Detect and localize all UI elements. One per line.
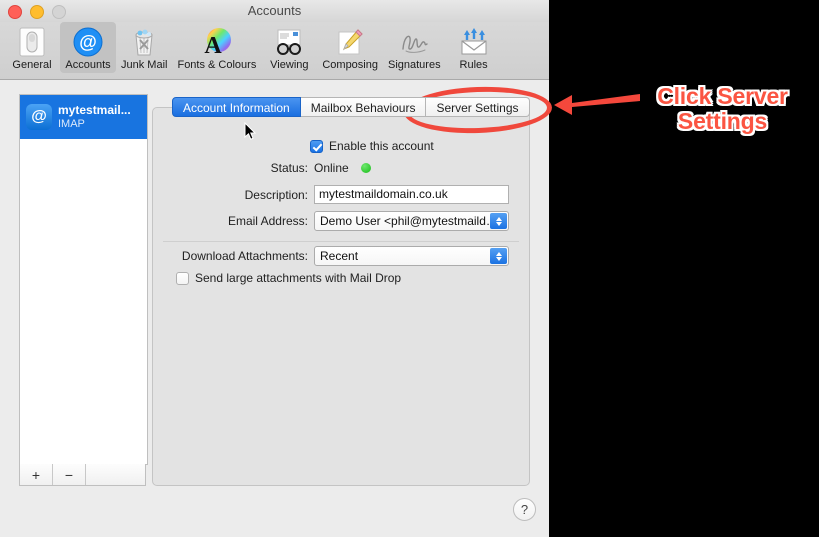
tab-account-information[interactable]: Account Information <box>172 97 301 117</box>
chevron-updown-icon <box>490 213 507 229</box>
status-value: Online <box>314 161 349 175</box>
toolbar-label-rules: Rules <box>459 59 488 71</box>
toolbar-item-composing[interactable]: Composing <box>317 22 383 73</box>
settings-tabbar: Account Information Mailbox Behaviours S… <box>172 97 530 117</box>
section-divider <box>163 241 519 242</box>
download-attachments-label: Download Attachments: <box>181 249 308 263</box>
remove-account-button[interactable]: − <box>53 464 86 485</box>
description-row[interactable]: Description: mytestmaildomain.co.uk <box>180 185 509 204</box>
glasses-icon <box>273 26 305 58</box>
toolbar-label-general: General <box>12 59 52 71</box>
toolbar-item-accounts[interactable]: @ Accounts <box>60 22 116 73</box>
window-title: Accounts <box>247 3 302 18</box>
toolbar-item-general[interactable]: General <box>4 22 60 73</box>
svg-text:@: @ <box>79 32 97 52</box>
download-attachments-value: Recent <box>320 249 359 263</box>
account-list-item[interactable]: @ mytestmail... IMAP <box>20 95 147 139</box>
toolbar-label-junk-mail: Junk Mail <box>121 59 168 71</box>
pencil-pad-icon <box>334 26 366 58</box>
email-address-popup[interactable]: Demo User <phil@mytestmaild… <box>314 211 509 231</box>
toolbar-item-signatures[interactable]: Signatures <box>383 22 446 73</box>
annotation-callout-line-2: Settings <box>677 107 768 134</box>
window-titlebar: Accounts <box>0 0 549 23</box>
enable-account-row[interactable]: Enable this account <box>310 139 434 153</box>
toolbar-label-accounts: Accounts <box>65 59 111 71</box>
description-label: Description: <box>244 187 308 202</box>
toolbar-label-signatures: Signatures <box>387 59 441 71</box>
toolbar-item-fonts-colours[interactable]: A Fonts & Colours <box>172 22 261 73</box>
status-indicator-green-dot <box>360 163 371 173</box>
at-sign-icon: @ <box>72 26 104 58</box>
at-sign-badge-icon: @ <box>26 104 52 130</box>
rules-icon <box>458 26 490 58</box>
email-address-label: Email Address: <box>227 214 308 228</box>
mail-drop-checkbox[interactable] <box>176 271 189 285</box>
account-type: IMAP <box>58 117 85 130</box>
toolbar-label-viewing: Viewing <box>270 59 309 71</box>
mail-drop-label: Send large attachments with Mail Drop <box>195 271 402 285</box>
enable-account-checkbox[interactable] <box>310 139 323 153</box>
help-button[interactable]: ? <box>513 498 536 521</box>
signature-icon <box>398 26 430 58</box>
description-input[interactable]: mytestmaildomain.co.uk <box>314 185 509 204</box>
general-icon <box>16 26 48 58</box>
annotation-arrow-icon <box>554 94 640 115</box>
toolbar-label-composing: Composing <box>322 59 378 71</box>
chevron-updown-icon <box>490 248 507 264</box>
status-row: Status: Online <box>180 161 510 175</box>
svg-text:A: A <box>204 33 222 57</box>
toolbar-item-junk-mail[interactable]: Junk Mail <box>116 22 172 73</box>
trash-icon <box>128 26 160 58</box>
email-address-value: Demo User <phil@mytestmaild… <box>320 214 498 228</box>
download-attachments-row[interactable]: Download Attachments: Recent <box>172 246 509 266</box>
accounts-controls-spacer <box>86 464 145 485</box>
mail-preferences-window: Accounts General @ Accounts Junk Mail A … <box>0 0 549 537</box>
status-label: Status: <box>270 161 308 175</box>
annotation-callout-line-1: Click Server <box>657 83 788 109</box>
email-address-row[interactable]: Email Address: Demo User <phil@mytestmai… <box>180 211 509 231</box>
accounts-list-controls: + − <box>19 464 146 486</box>
enable-account-label: Enable this account <box>329 139 434 153</box>
tab-mailbox-behaviours[interactable]: Mailbox Behaviours <box>300 97 427 117</box>
mail-drop-row[interactable]: Send large attachments with Mail Drop <box>176 271 401 285</box>
add-account-button[interactable]: + <box>20 464 53 485</box>
tab-server-settings[interactable]: Server Settings <box>426 97 530 117</box>
toolbar-item-viewing[interactable]: Viewing <box>261 22 317 73</box>
annotation-callout-text: Click Server Settings <box>630 84 815 134</box>
font-colour-icon: A <box>201 26 233 58</box>
preferences-toolbar: General @ Accounts Junk Mail A Fonts & C… <box>0 22 549 80</box>
accounts-list[interactable]: @ mytestmail... IMAP <box>19 94 148 465</box>
toolbar-item-rules[interactable]: Rules <box>446 22 502 73</box>
account-name: mytestmail... <box>58 103 131 117</box>
toolbar-label-fonts-colours: Fonts & Colours <box>177 59 257 71</box>
download-attachments-popup[interactable]: Recent <box>314 246 509 266</box>
